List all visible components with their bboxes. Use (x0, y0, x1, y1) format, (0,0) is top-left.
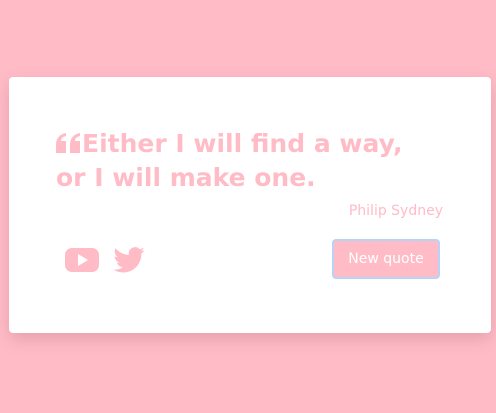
quote-author: Philip Sydney (348, 203, 443, 219)
youtube-icon[interactable] (65, 247, 99, 277)
new-quote-button[interactable]: New quote (332, 239, 440, 279)
social-links (65, 247, 145, 277)
quote-text-block: Either I will find a way, or I will make… (56, 127, 436, 195)
quote-text: Either I will find a way, or I will make… (56, 129, 403, 192)
quote-card: Either I will find a way, or I will make… (9, 77, 491, 333)
quote-left-icon (56, 128, 82, 153)
twitter-icon[interactable] (113, 247, 145, 277)
